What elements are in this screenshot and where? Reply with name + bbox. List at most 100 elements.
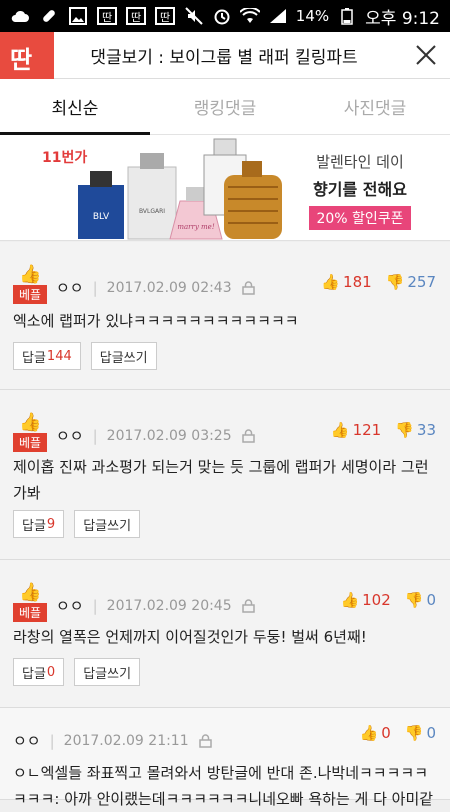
write-reply-button[interactable]: 답글쓰기: [74, 658, 141, 686]
comment-date: 2017.02.09 02:43: [106, 279, 232, 296]
upvote-button[interactable]: 👍 121: [331, 421, 381, 439]
replies-count: 144: [46, 348, 72, 364]
thumbs-down-icon: 👎: [385, 273, 405, 291]
replies-button[interactable]: 답글 0: [13, 658, 65, 686]
status-bar: 딴 딴 딴 14% 오후 9:12: [0, 0, 450, 32]
thumbs-down-icon: 👎: [404, 724, 424, 742]
bottle-label-blv: BLV: [93, 212, 110, 222]
alarm-icon: [212, 7, 232, 25]
image-icon: [68, 7, 88, 25]
downvote-button[interactable]: 👎 33: [395, 421, 436, 439]
page-title: 댓글보기 : 보이그룹 별 래퍼 킬링파트: [90, 47, 358, 68]
comment-meta: ㅇㅇ | 2017.02.09 02:43: [56, 277, 255, 298]
tab-latest[interactable]: 최신순: [0, 79, 150, 135]
thumbs-up-icon: 👍: [19, 412, 42, 433]
comment-actions: 답글 144 답글쓰기: [13, 342, 157, 370]
comment-text: 엑소에 랩퍼가 있냐ㅋㅋㅋㅋㅋㅋㅋㅋㅋㅋㅋㅋ: [13, 312, 299, 330]
best-badge: 👍 베플: [13, 266, 47, 304]
replies-count: 9: [46, 516, 56, 532]
comment-date: 2017.02.09 03:25: [106, 427, 232, 444]
svg-text:딴: 딴: [131, 11, 141, 24]
perfume-bottles-image: BLV BVLGARI marry me!: [78, 138, 282, 240]
thumbs-up-icon: 👍: [19, 582, 42, 603]
comment-date: 2017.02.09 21:11: [63, 732, 189, 749]
lock-icon[interactable]: [241, 598, 255, 613]
battery-icon: [337, 7, 357, 25]
comment-meta: ㅇㅇ | 2017.02.09 03:25: [56, 425, 255, 446]
upvote-button[interactable]: 👍 102: [340, 591, 390, 609]
downvote-count: 0: [426, 724, 436, 742]
comment-author[interactable]: ㅇㅇ: [56, 595, 84, 616]
ad-coupon-badge: 20% 할인쿠폰: [309, 206, 411, 230]
thumbs-down-icon: 👎: [395, 421, 414, 439]
cloud-icon: [10, 7, 30, 25]
divider: |: [92, 426, 98, 445]
upvote-count: 121: [352, 421, 382, 439]
downvote-button[interactable]: 👎 257: [386, 273, 436, 291]
replies-count: 0: [46, 664, 56, 680]
clock: 오후 9:12: [365, 8, 440, 29]
write-reply-button[interactable]: 답글쓰기: [90, 342, 157, 370]
replies-label: 답글: [22, 666, 46, 682]
vote-controls: 👍 102 👎 0: [340, 591, 436, 609]
divider: |: [92, 278, 98, 297]
app-icon: 딴: [155, 7, 175, 25]
app-logo[interactable]: 딴: [0, 31, 54, 79]
lock-icon[interactable]: [198, 733, 212, 748]
upvote-button[interactable]: 👍 181: [321, 273, 371, 291]
comment-actions: 답글 0 답글쓰기: [13, 658, 141, 686]
best-badge: 👍 베플: [13, 414, 47, 452]
replies-button[interactable]: 답글 144: [13, 342, 81, 370]
thumbs-down-icon: 👎: [404, 591, 424, 609]
comment-author[interactable]: ㅇㅇ: [13, 730, 41, 751]
downvote-button[interactable]: 👎 0: [405, 724, 436, 742]
pill-icon: [39, 7, 59, 25]
divider: |: [92, 596, 98, 615]
upvote-count: 102: [362, 591, 391, 609]
svg-text:딴: 딴: [160, 11, 170, 24]
divider: |: [49, 731, 55, 750]
vote-controls: 👍 0 👎 0: [360, 724, 436, 742]
tab-ranking[interactable]: 랭킹댓글: [150, 79, 300, 134]
thumbs-up-icon: 👍: [340, 591, 360, 609]
downvote-button[interactable]: 👎 0: [405, 591, 436, 609]
thumbs-up-icon: 👍: [359, 724, 379, 742]
logo-text: 딴: [10, 45, 33, 74]
upvote-count: 181: [343, 273, 372, 291]
app-icon: 딴: [126, 7, 146, 25]
write-reply-button[interactable]: 답글쓰기: [74, 510, 141, 538]
comment-text: 라창의 열폭은 언제까지 이어질것인가 두둥! 벌써 6년째!: [13, 628, 367, 646]
bottle-label-marry: marry me!: [177, 223, 214, 231]
bottle-label-bvlgari: BVLGARI: [139, 208, 165, 215]
lock-icon[interactable]: [241, 428, 255, 443]
comment-author[interactable]: ㅇㅇ: [56, 425, 84, 446]
battery-percent: 14%: [295, 7, 330, 25]
close-button[interactable]: [402, 32, 450, 79]
thumbs-up-icon: 👍: [330, 421, 350, 439]
lock-icon[interactable]: [241, 280, 255, 295]
ad-banner[interactable]: 11번가 BLV BVLGARI marry me! 발렌타인 데이 향기를 전…: [0, 135, 450, 241]
ad-line2: 향기를 전해요: [313, 180, 407, 199]
comment-text: ㅇㄴ엑셀들 좌표찍고 몰려와서 방탄글에 반대 존.나박네ㅋㅋㅋㅋㅋㅋㅋㅋ: 아…: [13, 764, 434, 808]
upvote-count: 0: [381, 724, 391, 742]
replies-label: 답글: [22, 350, 46, 366]
ad-copy: 발렌타인 데이 향기를 전해요 20% 할인쿠폰: [300, 151, 420, 230]
replies-button[interactable]: 답글 9: [13, 510, 65, 538]
comment-item: ㅇㅇ | 2017.02.09 21:11 👍 0 👎 0 ㅇㄴ엑셀들 좌표찍고 몰…: [0, 708, 450, 808]
comment-item: 👍 베플 ㅇㅇ | 2017.02.09 02:43 👍 181 👎 257 엑소에…: [0, 242, 450, 390]
downvote-count: 0: [426, 591, 436, 609]
comment-item: 👍 베플 ㅇㅇ | 2017.02.09 20:45 👍 102 👎 0 라창의 열…: [0, 560, 450, 708]
comment-text: 제이홉 진짜 과소평가 되는거 맞는 듯 그룹에 랩퍼가 세명이라 그런가봐: [13, 458, 429, 502]
comment-meta: ㅇㅇ | 2017.02.09 21:11: [13, 730, 212, 751]
comment-date: 2017.02.09 20:45: [106, 597, 232, 614]
downvote-count: 33: [416, 421, 436, 439]
tab-photo[interactable]: 사진댓글: [300, 79, 450, 134]
vote-controls: 👍 121 👎 33: [331, 421, 436, 439]
ad-line1: 발렌타인 데이: [316, 153, 404, 171]
close-icon: [416, 45, 436, 65]
thumbs-up-icon: 👍: [19, 264, 42, 285]
upvote-button[interactable]: 👍 0: [360, 724, 391, 742]
replies-label: 답글: [22, 518, 46, 534]
comment-author[interactable]: ㅇㅇ: [56, 277, 84, 298]
svg-text:딴: 딴: [102, 11, 112, 24]
